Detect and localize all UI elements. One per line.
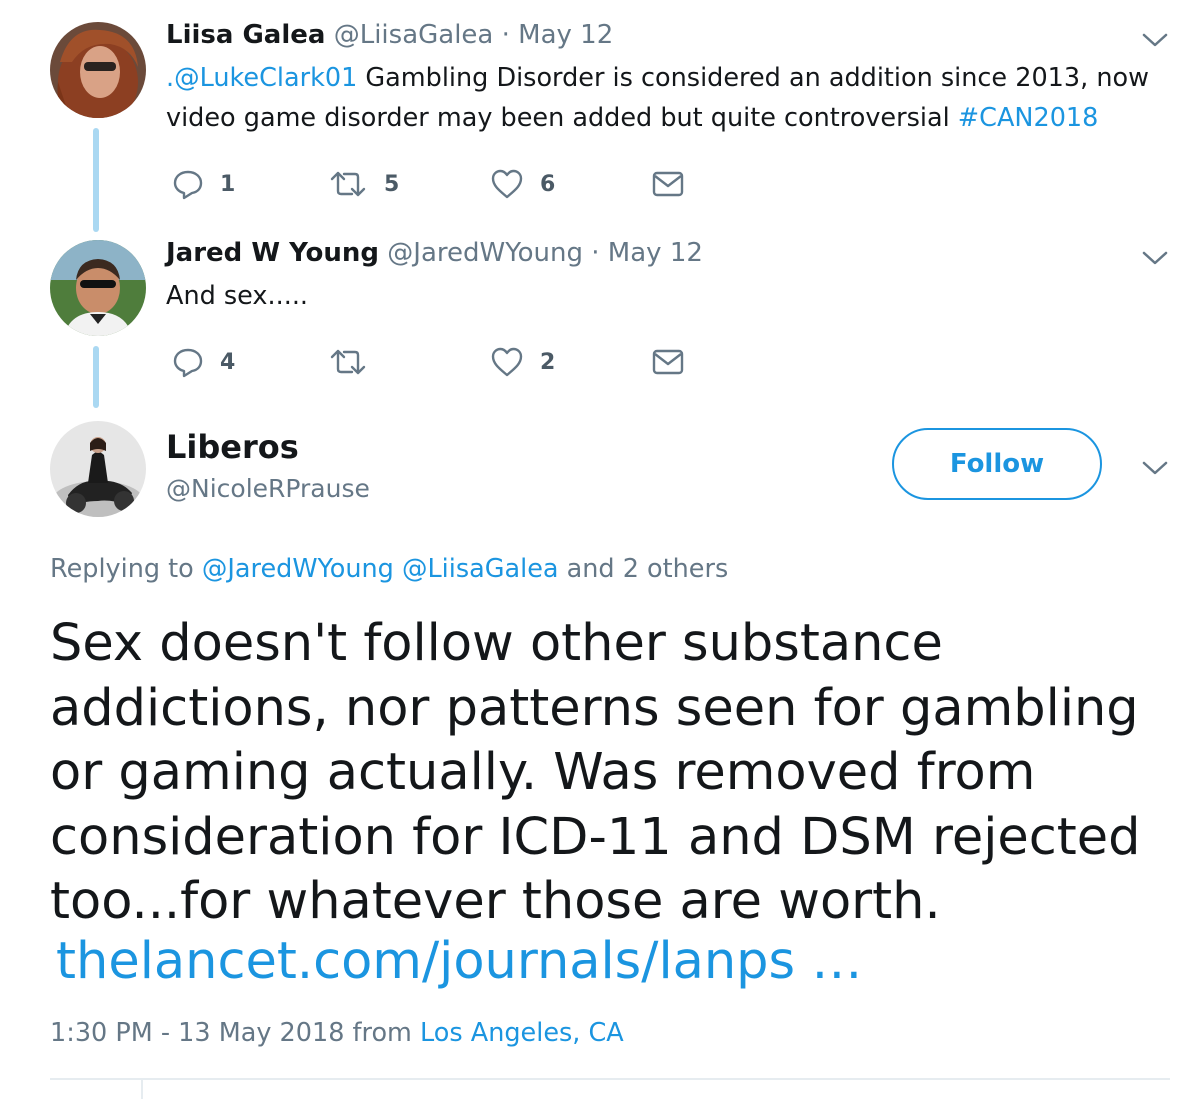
author-name[interactable]: Liisa Galea bbox=[166, 20, 325, 50]
retweet-icon bbox=[330, 349, 366, 375]
replying-to: Replying to @JaredWYoung @LiisaGalea and… bbox=[50, 554, 728, 584]
tweet-date[interactable]: · May 12 bbox=[502, 20, 614, 50]
like-count: 2 bbox=[540, 349, 556, 375]
location-link[interactable]: Los Angeles, CA bbox=[420, 1018, 624, 1048]
text-line: video game disorder may been added but q… bbox=[166, 103, 958, 133]
reply-button[interactable]: 4 bbox=[172, 342, 235, 382]
thread-line bbox=[93, 346, 99, 408]
reply-button[interactable]: 1 bbox=[172, 164, 235, 204]
reply-count: 1 bbox=[220, 171, 236, 197]
tweet-header: Liisa Galea @LiisaGalea · May 12 bbox=[166, 20, 613, 50]
like-button[interactable]: 6 bbox=[490, 164, 555, 204]
mention-link[interactable]: @JaredWYoung bbox=[202, 554, 394, 584]
tweet-text: .@LukeClark01 Gambling Disorder is consi… bbox=[166, 58, 1149, 138]
author-handle[interactable]: @LiisaGalea bbox=[334, 20, 494, 50]
author-handle[interactable]: @JaredWYoung bbox=[387, 238, 583, 268]
reply-icon bbox=[173, 348, 203, 378]
like-count: 6 bbox=[540, 171, 556, 197]
chevron-down-icon[interactable] bbox=[1141, 248, 1169, 268]
tweet-text: And sex..... bbox=[166, 281, 309, 311]
author-name[interactable]: Jared W Young bbox=[166, 238, 379, 268]
dm-button[interactable] bbox=[652, 164, 684, 204]
tweet-liisa-galea[interactable]: Liisa Galea @LiisaGalea · May 12 .@LukeC… bbox=[0, 0, 1198, 232]
mention-link[interactable]: @LiisaGalea bbox=[402, 554, 559, 584]
retweet-count: 5 bbox=[384, 171, 400, 197]
tweet-text: Sex doesn't follow other substance addic… bbox=[50, 614, 1141, 931]
retweet-button[interactable] bbox=[328, 342, 384, 382]
follow-button[interactable]: Follow bbox=[892, 428, 1102, 500]
chevron-down-icon[interactable] bbox=[1141, 30, 1169, 50]
divider bbox=[141, 1080, 143, 1099]
mention-link[interactable]: .@LukeClark01 bbox=[166, 63, 357, 93]
thread-line bbox=[93, 128, 99, 232]
tweet-date[interactable]: · May 12 bbox=[591, 238, 703, 268]
avatar[interactable] bbox=[50, 240, 146, 336]
reply-count: 4 bbox=[220, 349, 236, 375]
avatar[interactable] bbox=[50, 22, 146, 118]
chevron-down-icon[interactable] bbox=[1141, 458, 1169, 478]
envelope-icon bbox=[652, 171, 684, 197]
envelope-icon bbox=[652, 349, 684, 375]
author-handle[interactable]: @NicoleRPrause bbox=[166, 474, 370, 503]
retweet-button[interactable]: 5 bbox=[328, 164, 399, 204]
like-button[interactable]: 2 bbox=[490, 342, 555, 382]
replying-prefix: Replying to bbox=[50, 554, 202, 584]
tweet-header: Jared W Young @JaredWYoung · May 12 bbox=[166, 238, 703, 268]
timestamp-text: 1:30 PM - 13 May 2018 from bbox=[50, 1018, 420, 1048]
dm-button[interactable] bbox=[652, 342, 684, 382]
avatar[interactable] bbox=[50, 421, 146, 517]
author-name[interactable]: Liberos bbox=[166, 428, 299, 466]
tweet-timestamp: 1:30 PM - 13 May 2018 from Los Angeles, … bbox=[50, 1018, 624, 1048]
heart-icon bbox=[491, 169, 523, 199]
external-link[interactable]: thelancet.com/journals/lanps … bbox=[56, 930, 862, 994]
retweet-icon bbox=[330, 171, 366, 197]
text-line: Gambling Disorder is considered an addit… bbox=[357, 63, 1149, 93]
hashtag-link[interactable]: #CAN2018 bbox=[958, 103, 1099, 133]
replying-suffix[interactable]: and 2 others bbox=[559, 554, 729, 584]
heart-icon bbox=[491, 347, 523, 377]
reply-icon bbox=[173, 170, 203, 200]
divider bbox=[50, 1078, 1170, 1080]
tweet-jared-w-young[interactable]: Jared W Young @JaredWYoung · May 12 And … bbox=[0, 230, 1198, 410]
